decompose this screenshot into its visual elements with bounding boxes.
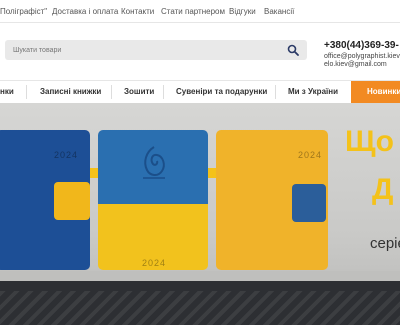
nav-divider [111,85,112,99]
search-input[interactable] [13,43,273,57]
phone-number[interactable]: +380(44)369-39- [324,40,399,51]
email-secondary[interactable]: elo.kiev@gmail.com [324,61,387,68]
banner-subtext: серіє [370,235,400,252]
diary-year: 2024 [298,150,323,160]
topnav-link-delivery[interactable]: Доставка і оплата [52,7,118,16]
topnav-link-partner[interactable]: Стати партнером [161,7,225,16]
banner-headline-line2: Д [372,173,394,206]
nav-divider [163,85,164,99]
nav-divider [275,85,276,99]
category-item-planners[interactable]: нки [0,87,14,96]
topnav-link-vacancies[interactable]: Вакансії [264,7,294,16]
top-navigation: Поліграфіст" Доставка і оплата Контакти … [0,0,400,23]
banner-floor [0,281,400,325]
category-item-notebooks[interactable]: Записні книжки [40,87,101,96]
trident-emblem-icon [143,146,165,179]
category-item-souvenirs[interactable]: Сувеніри та подарунки [176,87,267,96]
diary-blue: 2024 [0,130,90,270]
shelf [0,271,400,281]
diary-year: 2024 [54,150,79,160]
category-item-copybooks[interactable]: Зошити [124,87,154,96]
email-office[interactable]: office@polygraphist.kiev [324,53,400,60]
diary-clasp [292,184,326,222]
diary-year: 2024 [142,258,167,268]
search-icon[interactable] [287,44,299,56]
banner-headline: Що [345,125,394,158]
topnav-link-contacts[interactable]: Контакти [121,7,154,16]
new-label: Новинки [367,87,400,96]
diary-ukraine-flag: 2024 [98,130,208,270]
topnav-link-about[interactable]: Поліграфіст" [0,7,47,16]
nav-divider [26,85,27,99]
hero-banner[interactable]: 2024 2024 2024 Що Д серіє [0,103,400,325]
diary-yellow: 2024 [216,130,328,270]
diary-clasp [54,182,90,220]
search-bar [5,40,307,60]
topnav-link-reviews[interactable]: Відгуки [229,7,256,16]
category-item-new[interactable]: Новинки [351,81,400,103]
category-item-ukraine[interactable]: Ми з України [288,87,338,96]
ornament-pattern [0,291,400,325]
category-navigation: нки Записні книжки Зошити Сувеніри та по… [0,80,400,104]
